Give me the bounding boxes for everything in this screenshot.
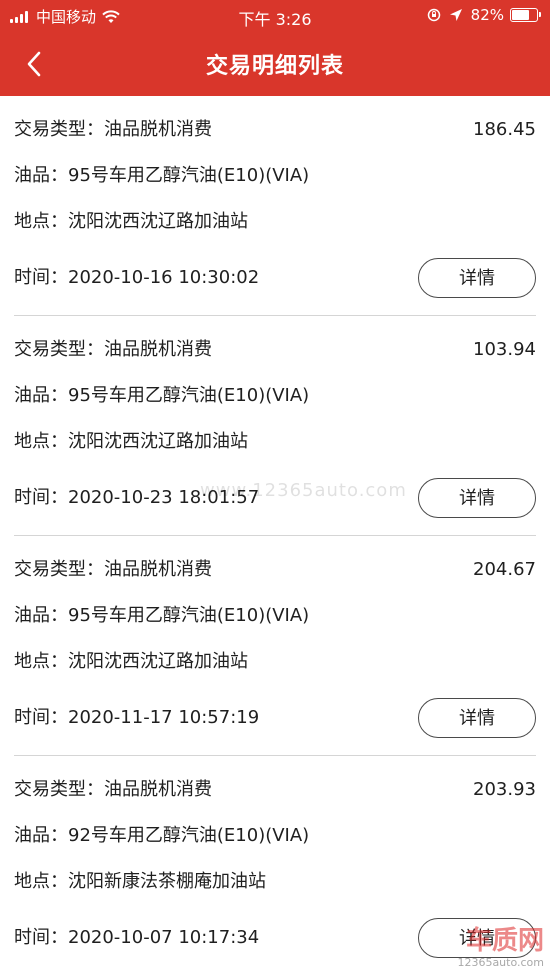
product-value: 95号车用乙醇汽油(E10)(VIA)	[68, 165, 310, 186]
type-value: 油品脱机消费	[104, 119, 212, 140]
transaction-card: 交易类型：油品脱机消费 186.45 油品：95号车用乙醇汽油(E10)(VIA…	[0, 96, 550, 316]
product-label: 油品：	[14, 825, 68, 846]
transaction-amount: 204.67	[473, 559, 536, 580]
navigation-bar: 交易明细列表	[0, 32, 550, 96]
battery-percent: 82%	[470, 6, 504, 24]
transaction-list: 交易类型：油品脱机消费 186.45 油品：95号车用乙醇汽油(E10)(VIA…	[0, 96, 550, 976]
location-value: 沈阳沈西沈辽路加油站	[68, 651, 248, 672]
product-row: 油品：95号车用乙醇汽油(E10)(VIA)	[14, 164, 309, 188]
product-label: 油品：	[14, 165, 68, 186]
product-row: 油品：95号车用乙醇汽油(E10)(VIA)	[14, 604, 309, 628]
detail-button[interactable]: 详情	[418, 258, 536, 298]
battery-icon	[510, 8, 541, 22]
location-value: 沈阳新康法茶棚庵加油站	[68, 871, 266, 892]
time-value: 2020-11-17 10:57:19	[68, 707, 260, 728]
location-label: 地点：	[14, 431, 68, 452]
product-value: 95号车用乙醇汽油(E10)(VIA)	[68, 605, 310, 626]
transaction-type-row: 交易类型：油品脱机消费	[14, 118, 212, 142]
location-row: 地点：沈阳沈西沈辽路加油站	[14, 650, 248, 674]
time-value: 2020-10-16 10:30:02	[68, 267, 260, 288]
time-label: 时间：	[14, 707, 68, 728]
type-value: 油品脱机消费	[104, 779, 212, 800]
location-row: 地点：沈阳新康法茶棚庵加油站	[14, 870, 266, 894]
page-title: 交易明细列表	[205, 54, 344, 79]
product-row: 油品：95号车用乙醇汽油(E10)(VIA)	[14, 384, 309, 408]
type-label: 交易类型：	[14, 119, 104, 140]
watermark-text: www.12365auto.com	[200, 480, 407, 501]
time-row: 时间：2020-10-16 10:30:02	[14, 266, 259, 290]
location-row: 地点：沈阳沈西沈辽路加油站	[14, 430, 248, 454]
location-label: 地点：	[14, 211, 68, 232]
time-label: 时间：	[14, 267, 68, 288]
product-value: 95号车用乙醇汽油(E10)(VIA)	[68, 385, 310, 406]
location-label: 地点：	[14, 651, 68, 672]
time-row: 时间：2020-11-17 10:57:19	[14, 706, 259, 730]
product-row: 油品：92号车用乙醇汽油(E10)(VIA)	[14, 824, 309, 848]
transaction-amount: 203.93	[473, 779, 536, 800]
status-right: 82%	[427, 6, 541, 24]
type-label: 交易类型：	[14, 339, 104, 360]
location-value: 沈阳沈西沈辽路加油站	[68, 431, 248, 452]
location-label: 地点：	[14, 871, 68, 892]
detail-button[interactable]: 详情	[418, 698, 536, 738]
transaction-card: 交易类型：油品脱机消费 203.93 油品：92号车用乙醇汽油(E10)(VIA…	[0, 756, 550, 976]
product-label: 油品：	[14, 385, 68, 406]
transaction-type-row: 交易类型：油品脱机消费	[14, 778, 212, 802]
time-label: 时间：	[14, 927, 68, 948]
status-bar: 中国移动 下午 3:26 82%	[0, 0, 550, 32]
transaction-card: 交易类型：油品脱机消费 103.94 油品：95号车用乙醇汽油(E10)(VIA…	[0, 316, 550, 536]
transaction-type-row: 交易类型：油品脱机消费	[14, 558, 212, 582]
location-arrow-icon	[449, 9, 462, 21]
detail-button[interactable]: 详情	[418, 478, 536, 518]
transaction-type-row: 交易类型：油品脱机消费	[14, 338, 212, 362]
time-value: 2020-10-07 10:17:34	[68, 927, 260, 948]
time-label: 时间：	[14, 487, 68, 508]
type-label: 交易类型：	[14, 559, 104, 580]
type-label: 交易类型：	[14, 779, 104, 800]
rotation-lock-icon	[427, 8, 440, 22]
product-value: 92号车用乙醇汽油(E10)(VIA)	[68, 825, 310, 846]
time-row: 时间：2020-10-07 10:17:34	[14, 926, 259, 950]
location-row: 地点：沈阳沈西沈辽路加油站	[14, 210, 248, 234]
type-value: 油品脱机消费	[104, 339, 212, 360]
product-label: 油品：	[14, 605, 68, 626]
transaction-amount: 186.45	[473, 119, 536, 140]
type-value: 油品脱机消费	[104, 559, 212, 580]
app-header: 中国移动 下午 3:26 82% 交易明细列表	[0, 0, 550, 96]
transaction-amount: 103.94	[473, 339, 536, 360]
location-value: 沈阳沈西沈辽路加油站	[68, 211, 248, 232]
detail-button[interactable]: 详情	[418, 918, 536, 958]
transaction-card: 交易类型：油品脱机消费 204.67 油品：95号车用乙醇汽油(E10)(VIA…	[0, 536, 550, 756]
